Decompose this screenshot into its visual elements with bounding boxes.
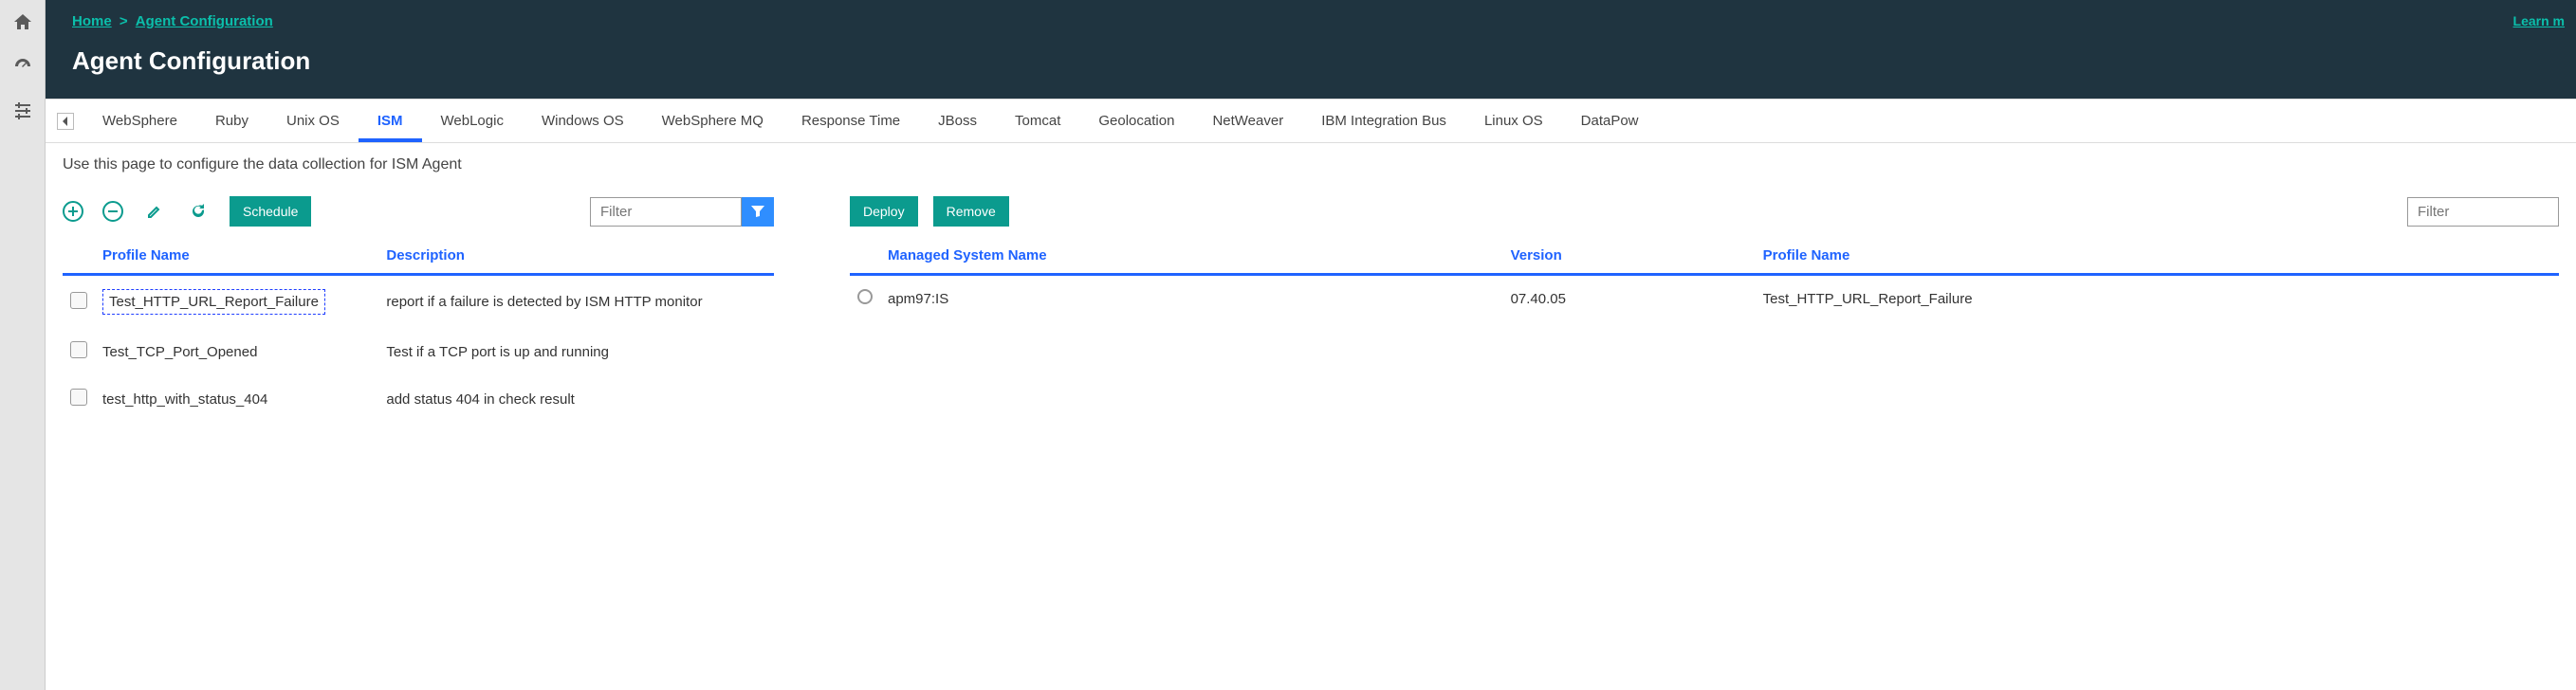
remove-icon[interactable]: [102, 201, 123, 222]
row-radio[interactable]: [857, 289, 873, 304]
tab-jboss[interactable]: JBoss: [919, 100, 996, 142]
row-checkbox[interactable]: [70, 389, 87, 406]
schedule-button[interactable]: Schedule: [230, 196, 311, 227]
profiles-filter-button[interactable]: [742, 197, 774, 227]
tab-scroll-left[interactable]: [57, 113, 74, 130]
tab-windows-os[interactable]: Windows OS: [523, 100, 643, 142]
tab-tomcat[interactable]: Tomcat: [996, 100, 1079, 142]
add-icon[interactable]: [63, 201, 83, 222]
instruction-text: Use this page to configure the data coll…: [46, 143, 2576, 187]
tab-linux-os[interactable]: Linux OS: [1465, 100, 1562, 142]
tab-geolocation[interactable]: Geolocation: [1079, 100, 1193, 142]
profiles-panel: Schedule Profile Name Description: [63, 187, 774, 423]
profiles-header-select: [63, 236, 95, 275]
edit-icon[interactable]: [142, 199, 167, 224]
profiles-toolbar: Schedule: [63, 187, 774, 236]
table-row[interactable]: Test_HTTP_URL_Report_Failure report if a …: [63, 275, 774, 329]
learn-more-link[interactable]: Learn m: [2513, 13, 2565, 28]
side-rail: [0, 0, 46, 690]
tab-websphere[interactable]: WebSphere: [83, 100, 196, 142]
deploy-button[interactable]: Deploy: [850, 196, 918, 227]
profiles-header-desc[interactable]: Description: [378, 236, 774, 275]
profiles-filter-input[interactable]: [590, 197, 742, 227]
system-name-cell: apm97:IS: [880, 275, 1503, 322]
systems-filter-input[interactable]: [2407, 197, 2559, 227]
breadcrumb-separator: >: [120, 13, 128, 29]
tab-ism[interactable]: ISM: [359, 100, 422, 142]
dashboard-icon[interactable]: [9, 53, 36, 80]
tab-weblogic[interactable]: WebLogic: [422, 100, 523, 142]
breadcrumb: Home > Agent Configuration: [72, 13, 2549, 29]
tab-unix-os[interactable]: Unix OS: [267, 100, 359, 142]
row-checkbox[interactable]: [70, 292, 87, 309]
profile-desc-cell: add status 404 in check result: [378, 375, 774, 423]
breadcrumb-home[interactable]: Home: [72, 13, 112, 29]
systems-header-select: [850, 236, 880, 275]
systems-toolbar: Deploy Remove: [850, 187, 2559, 236]
breadcrumb-current[interactable]: Agent Configuration: [136, 13, 273, 29]
home-icon[interactable]: [9, 9, 36, 36]
profiles-header-name[interactable]: Profile Name: [95, 236, 378, 275]
table-row[interactable]: apm97:IS07.40.05Test_HTTP_URL_Report_Fai…: [850, 275, 2559, 322]
tab-bar: WebSphereRubyUnix OSISMWebLogicWindows O…: [46, 99, 2576, 143]
profile-name-cell: Test_TCP_Port_Opened: [102, 344, 257, 360]
content-area: WebSphereRubyUnix OSISMWebLogicWindows O…: [46, 99, 2576, 423]
page-title: Agent Configuration: [72, 46, 2549, 76]
tab-response-time[interactable]: Response Time: [782, 100, 919, 142]
systems-header-profile[interactable]: Profile Name: [1756, 236, 2559, 275]
table-row[interactable]: Test_TCP_Port_Opened Test if a TCP port i…: [63, 328, 774, 375]
tab-ibm-integration-bus[interactable]: IBM Integration Bus: [1302, 100, 1465, 142]
systems-panel: Deploy Remove Managed System Name Versio…: [850, 187, 2559, 423]
remove-button[interactable]: Remove: [933, 196, 1009, 227]
tab-datapow[interactable]: DataPow: [1562, 100, 1658, 142]
tab-websphere-mq[interactable]: WebSphere MQ: [643, 100, 782, 142]
system-profile-cell: Test_HTTP_URL_Report_Failure: [1756, 275, 2559, 322]
tab-netweaver[interactable]: NetWeaver: [1193, 100, 1302, 142]
row-checkbox[interactable]: [70, 341, 87, 358]
profile-desc-cell: report if a failure is detected by ISM H…: [378, 275, 774, 329]
profile-desc-cell: Test if a TCP port is up and running: [378, 328, 774, 375]
profile-name-cell: test_http_with_status_404: [102, 391, 267, 408]
settings-sliders-icon[interactable]: [9, 97, 36, 123]
systems-header-version[interactable]: Version: [1503, 236, 1756, 275]
page-header: Home > Agent Configuration Agent Configu…: [46, 0, 2576, 99]
systems-table: Managed System Name Version Profile Name…: [850, 236, 2559, 321]
systems-header-name[interactable]: Managed System Name: [880, 236, 1503, 275]
refresh-icon[interactable]: [186, 199, 211, 224]
profile-name-cell: Test_HTTP_URL_Report_Failure: [102, 289, 325, 315]
profiles-table: Profile Name Description Test_HTTP_URL_R…: [63, 236, 774, 423]
tab-ruby[interactable]: Ruby: [196, 100, 267, 142]
system-version-cell: 07.40.05: [1503, 275, 1756, 322]
table-row[interactable]: test_http_with_status_404 add status 404 …: [63, 375, 774, 423]
